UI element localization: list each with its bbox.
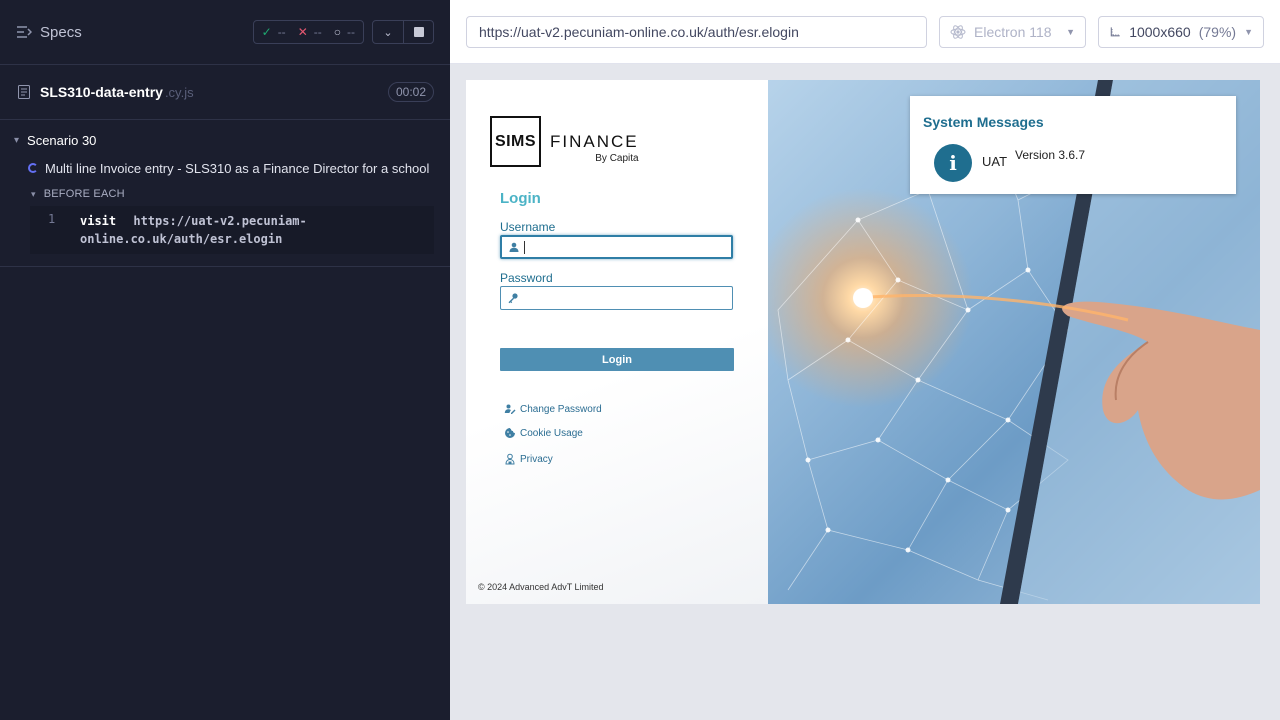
pending-icon: ○: [333, 25, 341, 39]
login-panel: SIMS FINANCE By Capita Login Username Pa…: [466, 80, 768, 604]
command-number: 1: [48, 212, 56, 226]
viewport-size: 1000x660: [1129, 24, 1191, 40]
hook-title: BEFORE EACH: [43, 188, 125, 200]
password-input[interactable]: [523, 288, 732, 308]
change-password-link[interactable]: Change Password: [504, 403, 602, 415]
cookie-icon: [505, 428, 515, 438]
user-edit-icon: [504, 404, 516, 414]
specs-toggle-button[interactable]: Specs: [16, 24, 82, 41]
chevron-down-icon[interactable]: ⌄: [373, 21, 403, 43]
viewport-selector[interactable]: 1000x660 (79%) ▼: [1098, 16, 1264, 48]
change-password-label: Change Password: [520, 403, 602, 415]
test-title: Multi line Invoice entry - SLS310 as a F…: [45, 160, 430, 176]
chevron-down-icon: ▾: [31, 188, 36, 199]
reporter-header: Specs ✓ -- ✕ -- ○ -- ⌄: [0, 0, 450, 65]
document-icon: [18, 85, 30, 99]
spec-extension: .cy.js: [164, 84, 194, 100]
viewport-scale: (79%): [1198, 24, 1237, 40]
suite-title: Scenario 30: [27, 132, 97, 148]
passed-icon: ✓: [261, 25, 272, 39]
run-controls: ⌄: [372, 20, 434, 44]
privacy-user-icon: [505, 453, 515, 465]
logo-byline: By Capita: [595, 153, 639, 164]
cookie-usage-link[interactable]: Cookie Usage: [504, 427, 583, 439]
test-stats: ✓ -- ✕ -- ○ --: [252, 20, 364, 44]
privacy-label: Privacy: [520, 453, 553, 465]
copyright-text: © 2024 Advanced AdvT Limited: [478, 582, 604, 592]
password-label: Password: [500, 271, 553, 285]
hook-header[interactable]: ▾ BEFORE EACH: [0, 182, 450, 206]
aut-frame: SIMS FINANCE By Capita Login Username Pa…: [466, 80, 1260, 604]
privacy-link[interactable]: Privacy: [504, 453, 553, 465]
suite-row[interactable]: ▾ Scenario 30: [0, 126, 450, 154]
chevron-down-icon: ▼: [1244, 27, 1253, 37]
cypress-reporter: Specs ✓ -- ✕ -- ○ -- ⌄ SLS310-data-entry .c…: [0, 0, 450, 720]
specs-list-icon: [17, 26, 32, 38]
username-input[interactable]: [529, 237, 731, 257]
specs-label: Specs: [40, 23, 82, 41]
test-tree: ▾ Scenario 30 Multi line Invoice entry -…: [0, 120, 450, 267]
failed-icon: ✕: [297, 25, 308, 39]
password-field[interactable]: [500, 286, 733, 310]
browser-selector[interactable]: Electron 118 ▼: [939, 16, 1086, 48]
text-caret: [524, 240, 525, 254]
electron-icon: [950, 25, 966, 39]
test-row[interactable]: Multi line Invoice entry - SLS310 as a F…: [0, 154, 450, 182]
key-icon: [508, 293, 518, 304]
chevron-down-icon: ▾: [14, 134, 20, 146]
username-label: Username: [500, 220, 556, 234]
aut-header: https://uat-v2.pecuniam-online.co.uk/aut…: [450, 0, 1280, 64]
version-label: Version 3.6.7: [1015, 148, 1086, 162]
info-icon: i: [934, 144, 972, 182]
ruler-icon: [1110, 27, 1120, 37]
pending-count: --: [347, 25, 355, 39]
stop-button[interactable]: [403, 21, 433, 43]
login-button[interactable]: Login: [500, 348, 734, 371]
browser-name: Electron 118: [974, 24, 1052, 40]
user-icon: [509, 242, 519, 252]
logo-product: FINANCE: [550, 132, 639, 151]
logo-mark: SIMS: [490, 116, 541, 167]
running-spinner-icon: [28, 163, 38, 173]
spec-name: SLS310-data-entry: [40, 84, 163, 100]
system-messages-title: System Messages: [923, 114, 1044, 130]
chevron-down-icon: ▼: [1066, 27, 1075, 37]
system-messages-panel: System Messages i UAT Version 3.6.7: [910, 96, 1236, 194]
duration-badge: 00:02: [387, 82, 434, 102]
failed-count: --: [313, 25, 322, 39]
spec-file-row: SLS310-data-entry .cy.js 00:02: [0, 65, 450, 120]
command-row[interactable]: 1 visit https://uat-v2.pecuniam-online.c…: [30, 206, 434, 254]
username-field[interactable]: [500, 235, 733, 259]
cookie-usage-label: Cookie Usage: [520, 427, 583, 439]
login-heading: Login: [500, 190, 541, 207]
environment-label: UAT: [982, 154, 1008, 169]
passed-count: --: [277, 25, 286, 39]
sims-finance-logo: SIMS FINANCE By Capita: [490, 116, 639, 167]
command-name: visit: [80, 214, 117, 228]
url-bar[interactable]: https://uat-v2.pecuniam-online.co.uk/aut…: [466, 16, 927, 48]
stop-icon: [413, 27, 424, 37]
